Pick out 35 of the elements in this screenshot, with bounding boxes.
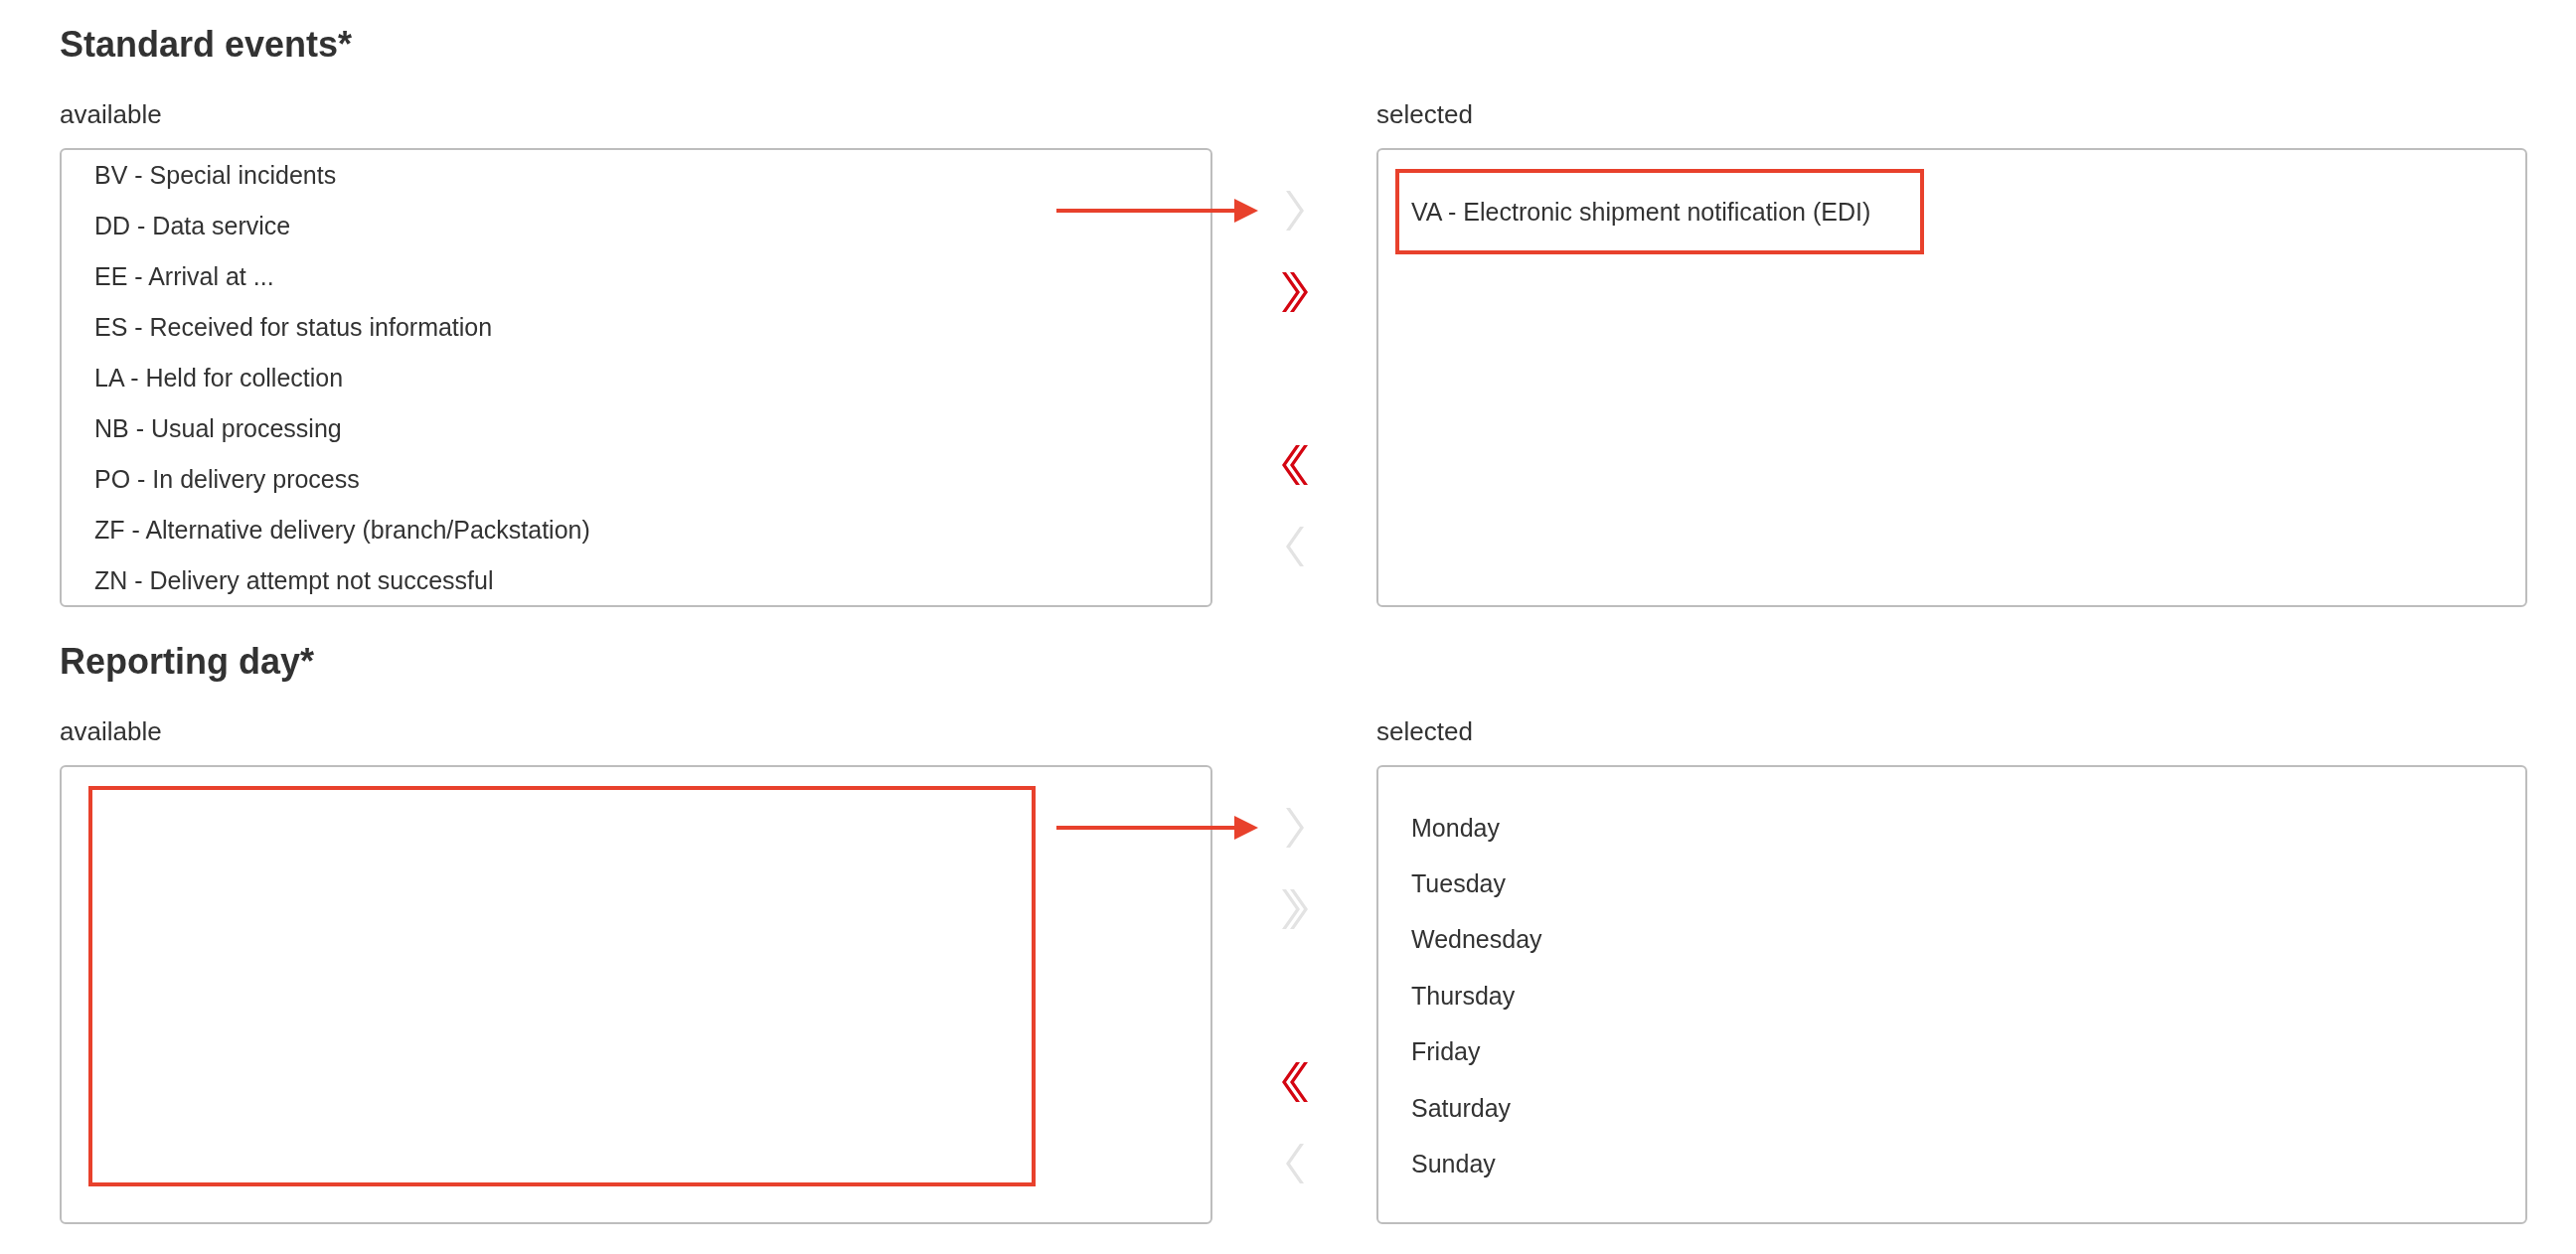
list-option[interactable]: EE - Arrival at ... bbox=[94, 251, 274, 302]
list-option[interactable]: LA - Held for collection bbox=[94, 353, 344, 403]
chevron-right-icon bbox=[1284, 191, 1305, 231]
list-option[interactable]: ES - Received for status information bbox=[94, 302, 493, 353]
list-option[interactable]: VA - Electronic shipment notification (EDI) bbox=[1411, 184, 1871, 240]
list-option[interactable]: Monday bbox=[1411, 800, 1500, 857]
section-title: Reporting day* bbox=[60, 640, 315, 683]
double-chevron-left-icon bbox=[1280, 1062, 1309, 1102]
chevron-left-icon bbox=[1284, 1144, 1305, 1183]
chevron-right-icon bbox=[1284, 808, 1305, 848]
chevron-left-icon bbox=[1284, 527, 1305, 566]
listbox[interactable]: VA - Electronic shipment notification (EDI) bbox=[1376, 148, 2527, 607]
double-chevron-left-icon bbox=[1280, 445, 1309, 485]
section-title: Standard events* bbox=[60, 23, 353, 66]
list-option[interactable]: DD - Data service bbox=[94, 201, 291, 251]
column-label: selected bbox=[1376, 716, 1473, 747]
list-option[interactable]: Saturday bbox=[1411, 1079, 1512, 1137]
listbox[interactable]: Monday Tuesday Wednesday Thursday Friday Saturday Sunday bbox=[1376, 765, 2527, 1224]
list-option[interactable]: Wednesday bbox=[1411, 911, 1542, 969]
list-option[interactable]: PO - In delivery process bbox=[94, 454, 360, 505]
list-option[interactable]: NB - Usual processing bbox=[94, 403, 342, 454]
list-option[interactable]: ZN - Delivery attempt not successful bbox=[94, 555, 494, 605]
column-label: selected bbox=[1376, 99, 1473, 130]
list-option[interactable]: Thursday bbox=[1411, 968, 1516, 1024]
list-option[interactable]: BV - Special incidents bbox=[94, 150, 337, 201]
list-option[interactable]: ZF - Alternative delivery (branch/Packstation) bbox=[94, 505, 590, 555]
listbox[interactable] bbox=[60, 148, 1212, 607]
double-chevron-right-icon bbox=[1280, 272, 1309, 312]
list-option[interactable]: Friday bbox=[1411, 1023, 1481, 1080]
double-chevron-right-icon bbox=[1280, 889, 1309, 929]
list-option[interactable]: Sunday bbox=[1411, 1136, 1496, 1192]
column-label: available bbox=[60, 716, 162, 747]
column-label: available bbox=[60, 99, 162, 130]
list-option[interactable]: Tuesday bbox=[1411, 856, 1506, 912]
listbox[interactable] bbox=[60, 765, 1212, 1224]
